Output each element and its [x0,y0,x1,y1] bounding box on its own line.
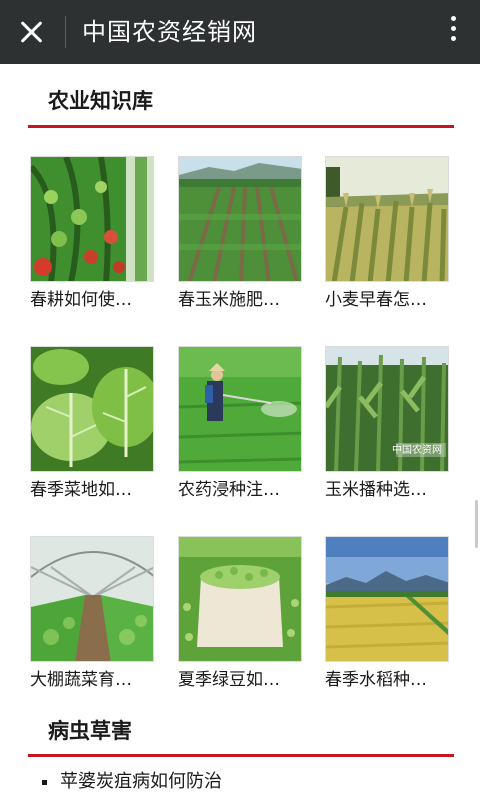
top-bar: 中国农资经销网 [0,0,480,64]
list-item[interactable]: 苹婆炭疽病如何防治 [40,768,222,796]
article-title: 春耕如何使… [30,290,132,310]
article-card[interactable]: 农药浸种注… [178,346,302,502]
article-card[interactable]: 春玉米施肥… [178,156,302,312]
green-beans-in-bowl-image [178,536,302,662]
article-card[interactable]: 小麦早春怎… [325,156,449,312]
article-title: 小麦早春怎… [325,290,427,310]
article-card[interactable]: 中国农资网 玉米播种选… [325,346,449,502]
article-title: 春玉米施肥… [178,290,280,310]
tall-corn-plants-image: 中国农资网 [325,346,449,472]
close-icon[interactable] [14,14,50,50]
app-title: 中国农资经销网 [82,18,257,46]
farmer-spraying-pesticide-image [178,346,302,472]
article-title: 春季水稻种… [325,670,427,690]
article-card[interactable]: 夏季绿豆如… [178,536,302,692]
pest-article-list: 苹婆炭疽病如何防治 [40,768,222,796]
article-title: 夏季绿豆如… [178,670,280,690]
tomato-vines-image [30,156,154,282]
article-title: 农药浸种注… [178,480,280,500]
greenhouse-vegetables-image [30,536,154,662]
article-title: 春季菜地如… [30,480,132,500]
section-title: 农业知识库 [48,89,153,113]
golden-rice-field-image [325,536,449,662]
scrollbar[interactable] [475,500,478,548]
section-divider [28,754,454,757]
article-title: 玉米播种选… [325,480,427,500]
watermark: 中国农资网 [392,445,442,456]
title-divider [65,16,66,48]
corn-seedling-field-image [178,156,302,282]
article-title: 大棚蔬菜育… [30,670,132,690]
section-title: 病虫草害 [48,719,132,743]
article-card[interactable]: 春季水稻种… [325,536,449,692]
article-card[interactable]: 春季菜地如… [30,346,154,502]
article-card[interactable]: 大棚蔬菜育… [30,536,154,692]
article-card[interactable]: 春耕如何使… [30,156,154,312]
section-divider [28,125,454,128]
more-vertical-icon[interactable] [448,16,458,48]
wheat-field-image [325,156,449,282]
green-vegetable-leaves-image [30,346,154,472]
